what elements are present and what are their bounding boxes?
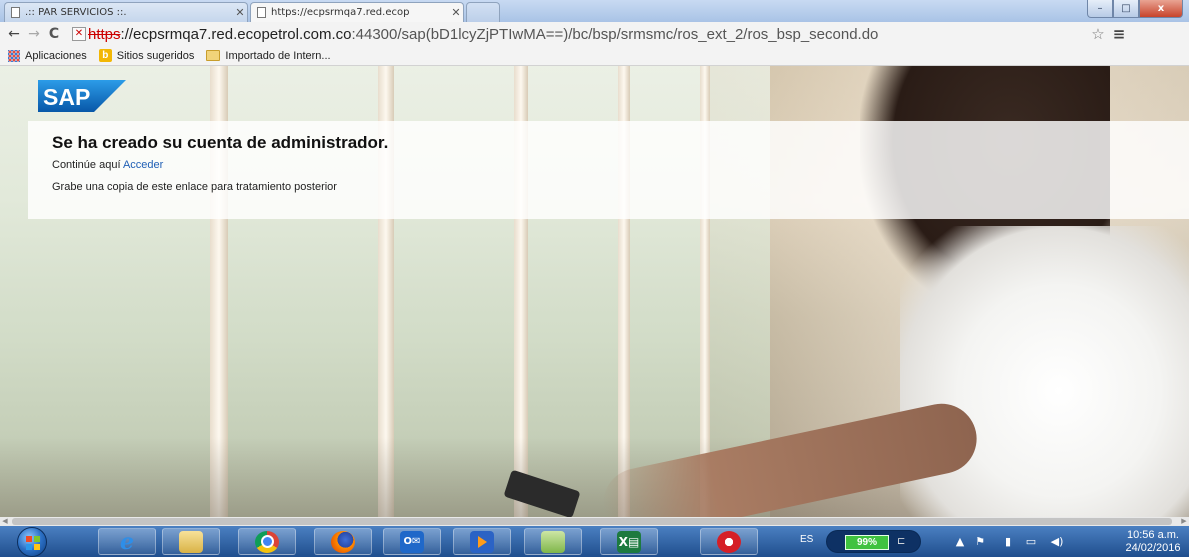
bookmark-star-icon[interactable]: ☆ (1088, 25, 1108, 43)
network-icon[interactable]: ▭ (1024, 535, 1038, 549)
continue-line: Continúe aquí Acceder (52, 159, 163, 171)
action-center-flag-icon[interactable]: ⚑ (973, 535, 987, 549)
language-indicator[interactable]: ES (800, 534, 813, 545)
maximize-button[interactable]: □ (1113, 0, 1139, 18)
tab-par-servicios[interactable]: .:: PAR SERVICIOS ::. ✕ (4, 2, 248, 22)
outlook-icon: O✉ (400, 530, 424, 553)
sap-logo: SAP (38, 80, 126, 112)
back-arrow-icon[interactable]: ← (4, 26, 24, 42)
address-bar[interactable]: ✕ https://ecpsrmqa7.red.ecopetrol.com.co… (72, 24, 1088, 44)
url-protocol: https (88, 25, 121, 43)
browser-toolbar: ← → C ✕ https://ecpsrmqa7.red.ecopetrol.… (0, 22, 1189, 46)
taskbar-internet-explorer[interactable]: e (98, 528, 156, 555)
folder-icon (206, 50, 221, 61)
show-hidden-icons-icon[interactable]: ▲ (953, 535, 967, 549)
close-tab-icon[interactable]: ✕ (449, 6, 463, 19)
clock-date: 24/02/2016 (1125, 542, 1181, 554)
taskbar-outlook[interactable]: O✉ (383, 528, 441, 555)
taskbar-media-player[interactable] (453, 528, 511, 555)
horizontal-scrollbar[interactable]: ◀ ▶ (0, 517, 1189, 526)
tab-ecpsrmqa7[interactable]: https://ecpsrmqa7.red.ecop ✕ (250, 2, 464, 22)
bookmark-aplicaciones[interactable]: Aplicaciones (8, 49, 87, 62)
taskbar-folder-app[interactable] (524, 528, 582, 555)
volume-icon[interactable]: ◀) (1050, 535, 1064, 549)
power-icon[interactable]: ▮ (1001, 535, 1015, 549)
sap-gui-icon (717, 530, 741, 553)
chrome-icon (255, 530, 279, 553)
battery-level: 99% (845, 535, 889, 550)
sap-logo-text: SAP (43, 84, 90, 110)
page-content: SAP Se ha creado su cuenta de administra… (0, 66, 1189, 517)
url-separator: :// (120, 25, 134, 43)
scrollbar-thumb[interactable] (12, 518, 1172, 525)
confirmation-title: Se ha creado su cuenta de administrador. (52, 133, 389, 152)
taskbar-sap-gui[interactable] (700, 528, 758, 555)
page-icon (257, 7, 266, 18)
continue-prefix: Continúe aquí (52, 159, 121, 171)
plug-icon: ⊏ (897, 536, 906, 547)
folder-app-icon (541, 530, 565, 553)
minimize-button[interactable]: – (1087, 0, 1113, 18)
battery-widget[interactable]: 99% ⊏ (826, 530, 921, 553)
taskbar-file-explorer[interactable] (162, 528, 220, 555)
menu-icon[interactable]: ≡ (1108, 25, 1130, 43)
bing-icon: b (98, 49, 112, 62)
file-explorer-icon (179, 530, 203, 553)
window-controls: – □ x (1087, 0, 1183, 18)
bookmark-label: Importado de Intern... (225, 49, 331, 62)
tab-label: https://ecpsrmqa7.red.ecop (271, 7, 410, 18)
taskbar-excel[interactable]: X▤ (600, 528, 658, 555)
taskbar-chrome[interactable] (238, 528, 296, 555)
bookmark-label: Sitios sugeridos (116, 49, 195, 62)
firefox-icon (331, 530, 355, 553)
windows-taskbar: e O✉ X▤ ES 99% ⊏ ▲ ⚑ ▮ ▭ ◀) 10:56 a.m. 2… (0, 526, 1189, 557)
url-path: :44300/sap(bD1lcyZjPTIwMA==)/bc/bsp/srms… (351, 25, 879, 43)
tab-label: .:: PAR SERVICIOS ::. (25, 7, 127, 18)
confirmation-panel: Se ha creado su cuenta de administrador.… (28, 121, 1189, 219)
taskbar-firefox[interactable] (314, 528, 372, 555)
excel-icon: X▤ (617, 530, 641, 553)
start-button[interactable] (17, 527, 47, 557)
close-tab-icon[interactable]: ✕ (233, 6, 247, 19)
save-link-note: Grabe una copia de este enlace para trat… (52, 181, 337, 193)
internet-explorer-icon: e (120, 528, 134, 555)
insecure-lock-icon[interactable]: ✕ (72, 27, 86, 41)
forward-arrow-icon[interactable]: → (24, 26, 44, 42)
acceder-link[interactable]: Acceder (123, 159, 163, 171)
close-window-button[interactable]: x (1139, 0, 1183, 18)
scroll-right-icon[interactable]: ▶ (1179, 517, 1189, 526)
page-icon (11, 7, 20, 18)
bookmark-label: Aplicaciones (25, 49, 87, 62)
bookmark-sitios-sugeridos[interactable]: b Sitios sugeridos (98, 49, 195, 62)
new-tab-button[interactable] (466, 2, 500, 22)
reload-icon[interactable]: C (44, 26, 64, 42)
url-host: ecpsrmqa7.red.ecopetrol.com.co (133, 25, 352, 43)
bookmark-importado[interactable]: Importado de Intern... (206, 49, 331, 62)
apps-icon (8, 49, 20, 62)
bookmarks-bar: Aplicaciones b Sitios sugeridos Importad… (0, 46, 1189, 66)
media-player-icon (470, 530, 494, 553)
window-title-bar: .:: PAR SERVICIOS ::. ✕ https://ecpsrmqa… (0, 0, 1189, 22)
clock-time: 10:56 a.m. (1127, 529, 1179, 541)
scroll-left-icon[interactable]: ◀ (0, 517, 10, 526)
system-clock[interactable]: 10:56 a.m. 24/02/2016 (1122, 529, 1184, 555)
